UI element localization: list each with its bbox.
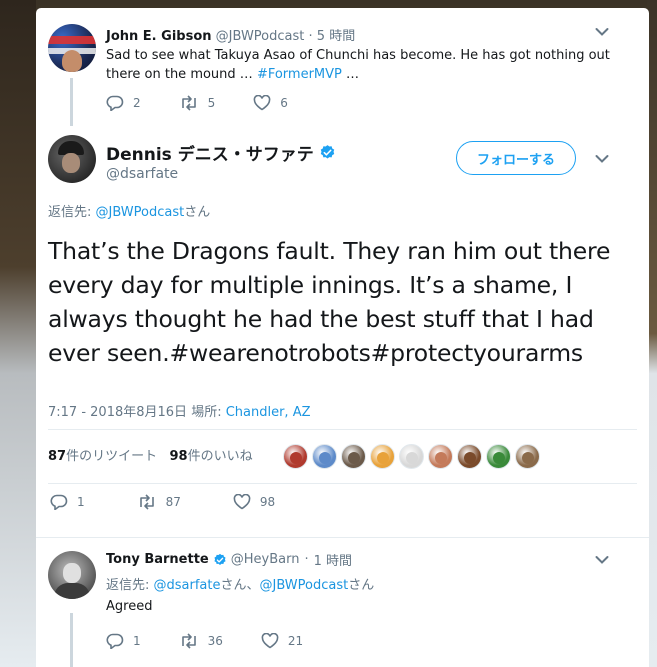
tweet-text: Agreed [106, 599, 153, 614]
liker-avatar[interactable] [370, 444, 395, 469]
like-button[interactable]: 98 [233, 494, 275, 510]
reply-icon [106, 633, 124, 649]
follow-button[interactable]: フォローする [456, 141, 576, 175]
retweet-icon [139, 494, 154, 510]
tweet-time[interactable]: 5 時間 [317, 29, 355, 44]
like-stat[interactable]: 98件のいいね [170, 449, 253, 464]
liker-avatar[interactable] [312, 444, 337, 469]
chevron-down-icon[interactable] [595, 555, 609, 565]
hashtag-links[interactable]: #wearenotrobots#protectyourarms [169, 339, 583, 367]
author-name[interactable]: Dennis デニス・サファテ [106, 140, 314, 165]
liker-avatars [283, 444, 544, 469]
replying-to: 返信先: @JBWPodcastさん [48, 205, 211, 220]
chevron-down-icon[interactable] [595, 27, 609, 37]
page-backdrop-left [0, 0, 36, 667]
author-name[interactable]: Tony Barnette [106, 552, 209, 567]
verified-badge-icon [320, 145, 334, 159]
divider [48, 483, 637, 484]
timestamp[interactable]: 7:17 - 2018年8月16日 [48, 405, 187, 420]
liker-avatar[interactable] [457, 444, 482, 469]
retweet-button[interactable]: 87 [137, 494, 181, 510]
tweet-time[interactable]: 1 時間 [314, 550, 352, 569]
hashtag-link[interactable]: #FormerMVP [257, 67, 342, 82]
reply-button[interactable]: 1 [50, 494, 85, 510]
chevron-down-icon[interactable] [595, 154, 609, 164]
mention-link[interactable]: @dsarfate [154, 578, 221, 593]
retweet-button[interactable]: 5 [179, 95, 215, 111]
mention-link[interactable]: @JBWPodcast [96, 205, 185, 220]
mention-link[interactable]: @JBWPodcast [260, 578, 349, 593]
tweet-permalink-card: John E. Gibson @JBWPodcast · 5 時間 Sad to… [36, 8, 649, 667]
liker-avatar[interactable] [515, 444, 540, 469]
tweet-text: That’s the Dragons fault. They ran him o… [48, 237, 611, 367]
liker-avatar[interactable] [283, 444, 308, 469]
tweet-actions: 2 5 6 [106, 95, 324, 111]
heart-icon [233, 494, 251, 510]
retweet-stat[interactable]: 87件のリツイート [48, 449, 157, 464]
author-handle[interactable]: @dsarfate [106, 166, 178, 182]
avatar[interactable] [48, 135, 96, 183]
tweet-meta: 7:17 - 2018年8月16日 場所: Chandler, AZ [48, 405, 311, 420]
avatar[interactable] [48, 24, 96, 72]
tweet-actions: 1 36 21 [106, 633, 339, 649]
verified-badge-icon [214, 553, 226, 565]
tweet-actions: 1 87 98 [50, 494, 311, 510]
retweet-button[interactable]: 36 [179, 633, 223, 649]
liker-avatar[interactable] [341, 444, 366, 469]
like-button[interactable]: 21 [261, 633, 303, 649]
thread-connector [70, 78, 73, 126]
divider [36, 537, 649, 538]
parent-tweet-header: John E. Gibson @JBWPodcast · 5 時間 [106, 25, 355, 44]
liker-avatar[interactable] [486, 444, 511, 469]
reply-button[interactable]: 1 [106, 633, 141, 649]
retweet-icon [181, 633, 196, 649]
liker-avatar[interactable] [399, 444, 424, 469]
divider [48, 429, 637, 430]
author-handle[interactable]: @JBWPodcast [216, 29, 305, 44]
reply-icon [106, 95, 124, 111]
heart-icon [253, 95, 271, 111]
reply-tweet-header: Tony Barnette @HeyBarn · 1 時間 [106, 550, 352, 569]
author-handle[interactable]: @HeyBarn [231, 552, 300, 567]
separator: · [304, 552, 309, 567]
avatar[interactable] [48, 551, 96, 599]
heart-icon [261, 633, 279, 649]
location-link[interactable]: Chandler, AZ [226, 405, 311, 420]
reply-icon [50, 494, 68, 510]
thread-connector [70, 613, 73, 667]
author-name-row[interactable]: Dennis デニス・サファテ [106, 140, 336, 165]
tweet-text: Sad to see what Takuya Asao of Chunchi h… [106, 48, 610, 82]
separator: · [308, 29, 313, 44]
tweet-stats: 87件のリツイート 98件のいいね [48, 445, 253, 464]
retweet-icon [181, 95, 196, 111]
parent-tweet[interactable]: John E. Gibson @JBWPodcast · 5 時間 Sad to… [36, 8, 649, 123]
reply-button[interactable]: 2 [106, 95, 141, 111]
author-name[interactable]: John E. Gibson [106, 29, 212, 44]
like-button[interactable]: 6 [253, 95, 288, 111]
replying-to: 返信先: @dsarfateさん、@JBWPodcastさん [106, 578, 375, 593]
liker-avatar[interactable] [428, 444, 453, 469]
